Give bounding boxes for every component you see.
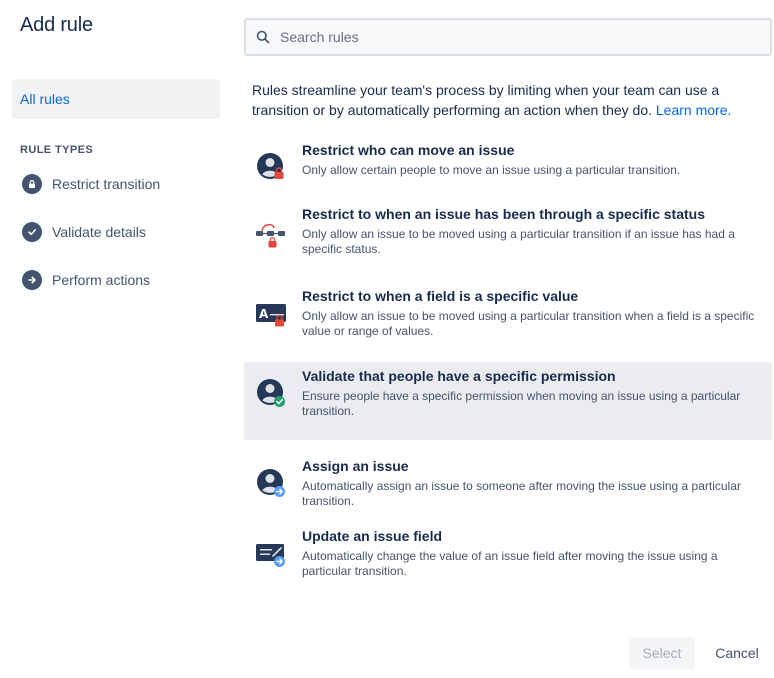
select-button[interactable]: Select (629, 637, 695, 669)
sidebar-item-label: Restrict transition (52, 176, 161, 192)
rule-description: Ensure people have a specific permission… (302, 389, 741, 418)
rule-assign-issue[interactable]: Assign an issue Automatically assign an … (244, 440, 772, 522)
rule-list: Restrict who can move an issue Only allo… (244, 136, 772, 602)
rule-title: Restrict to when a field is a specific v… (302, 288, 579, 304)
sidebar-item-label: Validate details (52, 224, 146, 240)
rule-title: Validate that people have a specific per… (302, 368, 616, 384)
sidebar-item-label: Perform actions (52, 272, 151, 288)
check-icon (22, 222, 42, 242)
search-box[interactable] (244, 18, 772, 56)
rule-title: Update an issue field (302, 528, 443, 544)
workflow-lock-icon (256, 223, 285, 248)
svg-text:A: A (259, 307, 269, 321)
sidebar-item-all-rules[interactable]: All rules (12, 79, 220, 119)
rule-description: Automatically change the value of an iss… (302, 549, 718, 578)
rule-title: Restrict to when an issue has been throu… (302, 206, 705, 222)
rule-types-heading: RULE TYPES (20, 144, 94, 156)
rule-restrict-specific-status[interactable]: Restrict to when an issue has been throu… (244, 200, 772, 282)
rule-restrict-who-can-move[interactable]: Restrict who can move an issue Only allo… (244, 136, 772, 200)
user-check-icon (257, 379, 285, 407)
sidebar-item-validate-details[interactable]: Validate details (12, 208, 220, 256)
field-lock-icon: A (256, 304, 286, 327)
rule-title: Restrict who can move an issue (302, 142, 515, 158)
rule-description: Only allow an issue to be moved using a … (302, 227, 735, 256)
rule-validate-permission[interactable]: Validate that people have a specific per… (244, 362, 772, 440)
rule-update-issue-field[interactable]: Update an issue field Automatically chan… (244, 522, 772, 602)
dialog-title: Add rule (20, 14, 93, 36)
user-lock-icon (257, 153, 284, 179)
intro-text: Rules streamline your team's process by … (252, 80, 764, 120)
sidebar-item-perform-actions[interactable]: Perform actions (12, 256, 220, 304)
rule-description: Automatically assign an issue to someone… (302, 479, 741, 508)
arrow-right-icon (22, 270, 42, 290)
intro-body: Rules streamline your team's process by … (252, 82, 720, 118)
search-icon (256, 30, 270, 44)
field-arrow-icon (256, 544, 285, 567)
sidebar: All rules RULE TYPES Restrict transition… (12, 79, 220, 304)
user-arrow-icon (257, 469, 285, 497)
sidebar-item-restrict-transition[interactable]: Restrict transition (12, 160, 220, 208)
rule-restrict-field-value[interactable]: A Restrict to when a field is a specific… (244, 282, 772, 362)
search-input[interactable] (278, 28, 758, 46)
rule-title: Assign an issue (302, 458, 409, 474)
learn-more-link[interactable]: Learn more. (656, 102, 731, 118)
lock-icon (22, 174, 42, 194)
cancel-button[interactable]: Cancel (705, 637, 769, 669)
rule-description: Only allow certain people to move an iss… (302, 163, 681, 177)
rule-description: Only allow an issue to be moved using a … (302, 309, 755, 338)
